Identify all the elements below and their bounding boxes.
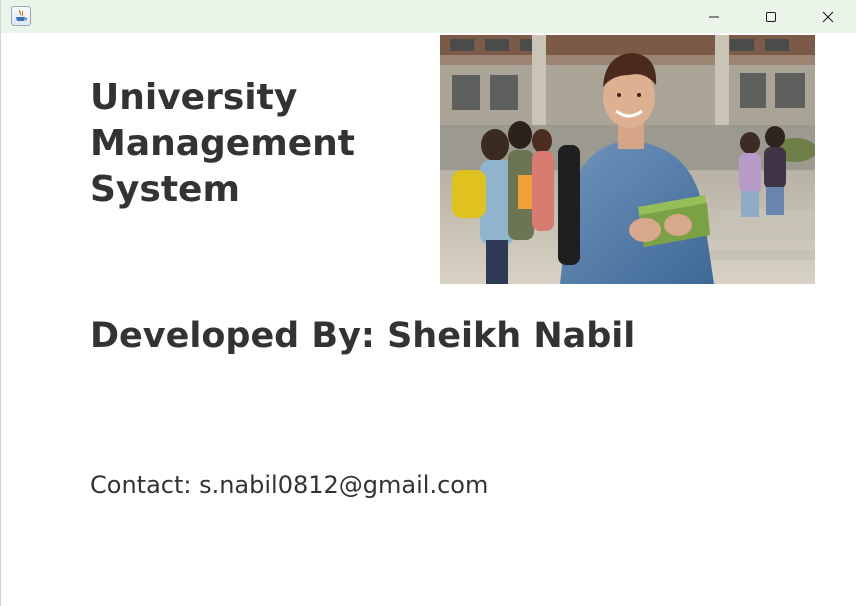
java-cup-icon[interactable]: [11, 6, 31, 26]
minimize-icon: [709, 16, 719, 17]
contact-info: Contact: s.nabil0812@gmail.com: [90, 471, 489, 499]
app-window: University Management System Developed B…: [0, 0, 856, 606]
maximize-button[interactable]: [742, 0, 800, 33]
minimize-button[interactable]: [685, 0, 743, 33]
maximize-icon: [766, 11, 776, 22]
app-title-line: System: [90, 169, 240, 210]
about-panel: University Management System Developed B…: [1, 33, 856, 606]
close-icon: [822, 11, 834, 22]
title-bar[interactable]: [1, 0, 856, 33]
close-button[interactable]: [799, 0, 856, 33]
developer-credit: Developed By: Sheikh Nabil: [90, 316, 636, 356]
app-title-line: University: [90, 77, 298, 118]
app-title: University Management System: [90, 75, 410, 213]
student-photo: [440, 35, 815, 284]
app-title-line: Management: [90, 123, 355, 164]
